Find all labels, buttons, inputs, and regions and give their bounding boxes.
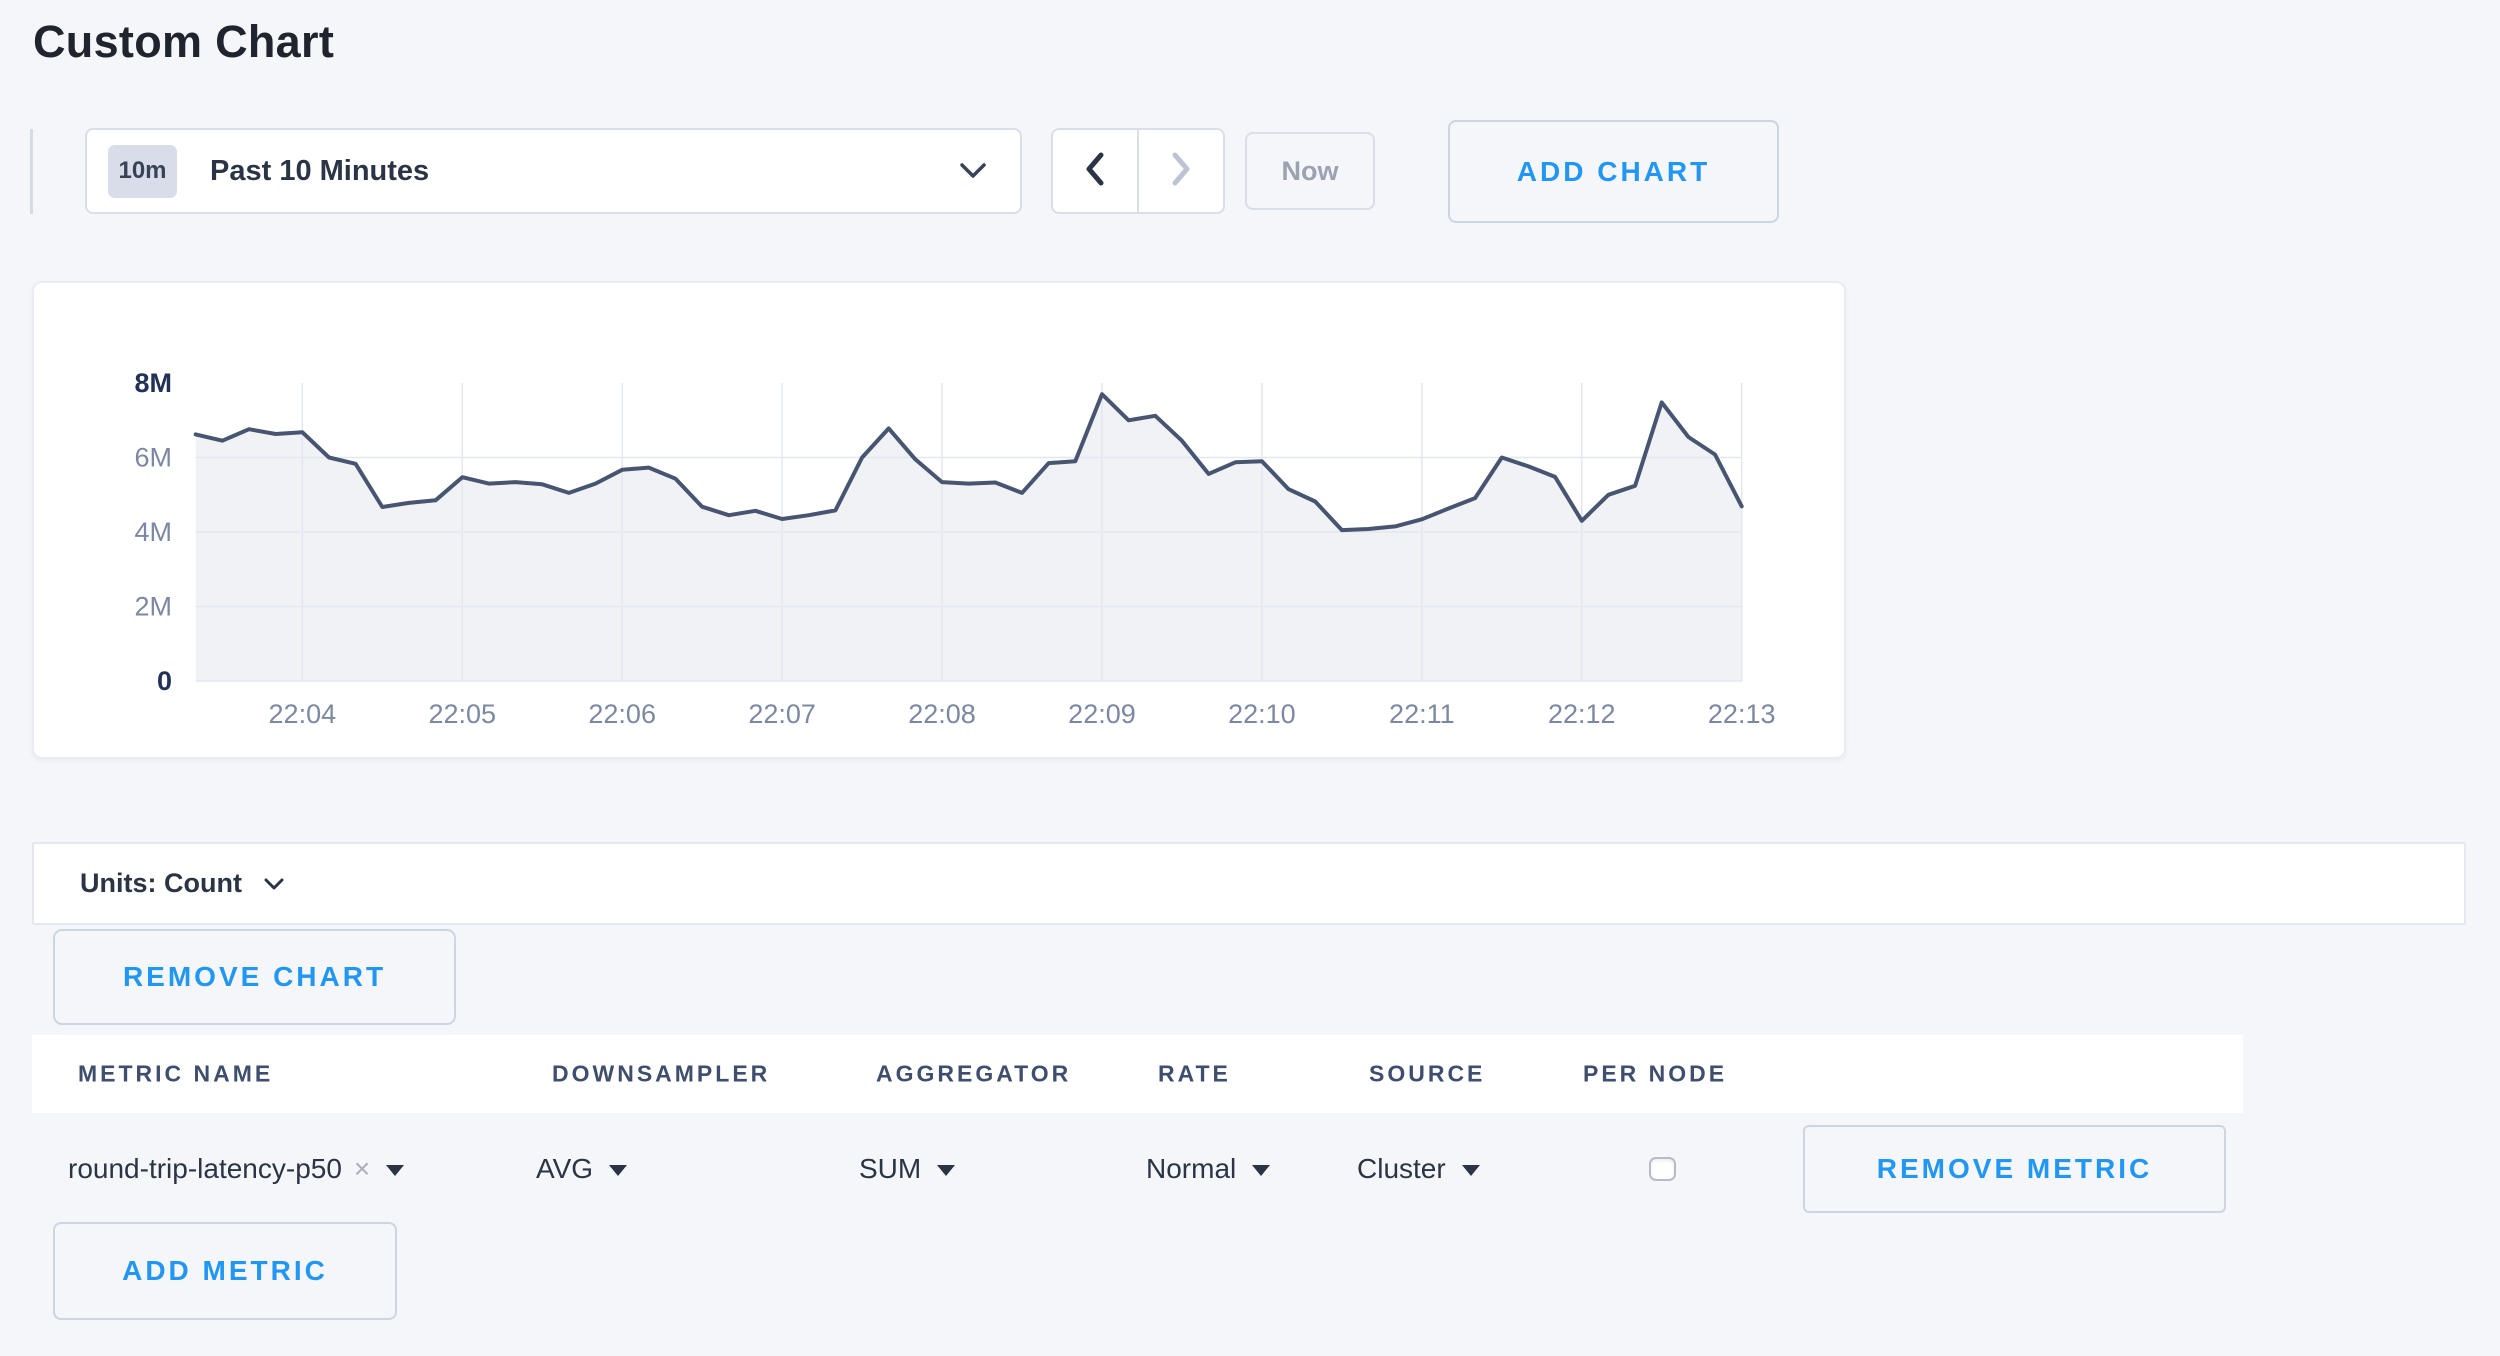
column-header-per-node: PER NODE	[1583, 1061, 1727, 1088]
column-header-source: SOURCE	[1369, 1061, 1485, 1088]
remove-metric-button[interactable]: REMOVE METRIC	[1803, 1125, 2226, 1213]
svg-text:2M: 2M	[134, 592, 172, 622]
time-range-dropdown[interactable]: 10m Past 10 Minutes	[85, 128, 1022, 214]
triangle-down-icon	[1252, 1165, 1270, 1176]
source-value: Cluster	[1357, 1153, 1446, 1185]
column-header-metric-name: METRIC NAME	[78, 1061, 273, 1088]
svg-text:22:10: 22:10	[1228, 699, 1296, 729]
add-metric-button[interactable]: ADD METRIC	[53, 1222, 397, 1320]
time-range-label: Past 10 Minutes	[210, 155, 429, 188]
timeseries-chart: 22:04 22:05 22:06 22:07 22:08 22:09 22:10 22:11…	[32, 281, 1846, 759]
remove-tag-icon[interactable]: ×	[354, 1153, 370, 1185]
svg-text:22:09: 22:09	[1068, 699, 1136, 729]
svg-text:22:05: 22:05	[428, 699, 496, 729]
triangle-down-icon	[386, 1165, 404, 1176]
svg-text:22:12: 22:12	[1548, 699, 1616, 729]
metrics-table-header: METRIC NAME DOWNSAMPLER AGGREGATOR RATE …	[32, 1035, 2243, 1113]
rate-value: Normal	[1146, 1153, 1236, 1185]
triangle-down-icon	[937, 1165, 955, 1176]
downsampler-value: AVG	[536, 1153, 593, 1185]
downsampler-select[interactable]: AVG	[536, 1153, 627, 1185]
aggregator-value: SUM	[859, 1153, 921, 1185]
toolbar-accent-rule	[30, 129, 33, 214]
timeseries-chart-card: 22:04 22:05 22:06 22:07 22:08 22:09 22:10 22:11…	[32, 281, 1846, 759]
svg-text:22:13: 22:13	[1708, 699, 1776, 729]
chevron-down-icon	[960, 163, 986, 179]
units-dropdown[interactable]: Units: Count	[32, 842, 2466, 925]
column-header-downsampler: DOWNSAMPLER	[552, 1061, 770, 1088]
time-range-badge: 10m	[108, 145, 177, 198]
metric-name-select[interactable]: round-trip-latency-p50 ×	[68, 1153, 404, 1185]
chevron-right-icon	[1170, 152, 1192, 191]
metric-name-value: round-trip-latency-p50	[68, 1153, 342, 1185]
add-chart-button[interactable]: ADD CHART	[1448, 120, 1779, 223]
column-header-aggregator: AGGREGATOR	[876, 1061, 1071, 1088]
svg-text:22:08: 22:08	[908, 699, 976, 729]
time-step-forward-button[interactable]	[1137, 130, 1223, 212]
svg-text:22:07: 22:07	[748, 699, 816, 729]
svg-text:8M: 8M	[134, 368, 172, 398]
chevron-down-icon	[264, 878, 284, 890]
svg-text:22:04: 22:04	[269, 699, 337, 729]
page-title: Custom Chart	[33, 16, 334, 68]
remove-chart-button[interactable]: REMOVE CHART	[53, 929, 456, 1025]
svg-text:6M: 6M	[134, 443, 172, 473]
svg-text:22:11: 22:11	[1389, 699, 1455, 729]
now-button[interactable]: Now	[1245, 132, 1375, 210]
aggregator-select[interactable]: SUM	[859, 1153, 955, 1185]
time-step-back-button[interactable]	[1053, 130, 1137, 212]
time-step-group	[1051, 128, 1225, 214]
svg-text:4M: 4M	[134, 517, 172, 547]
column-header-rate: RATE	[1158, 1061, 1231, 1088]
units-label: Units: Count	[80, 868, 242, 899]
svg-text:22:06: 22:06	[588, 699, 656, 729]
per-node-checkbox[interactable]	[1649, 1157, 1676, 1181]
metric-row: round-trip-latency-p50 × AVG SUM Normal …	[32, 1113, 2466, 1225]
svg-text:0: 0	[157, 666, 172, 696]
chevron-left-icon	[1084, 152, 1106, 191]
triangle-down-icon	[1462, 1165, 1480, 1176]
rate-select[interactable]: Normal	[1146, 1153, 1270, 1185]
triangle-down-icon	[609, 1165, 627, 1176]
source-select[interactable]: Cluster	[1357, 1153, 1480, 1185]
